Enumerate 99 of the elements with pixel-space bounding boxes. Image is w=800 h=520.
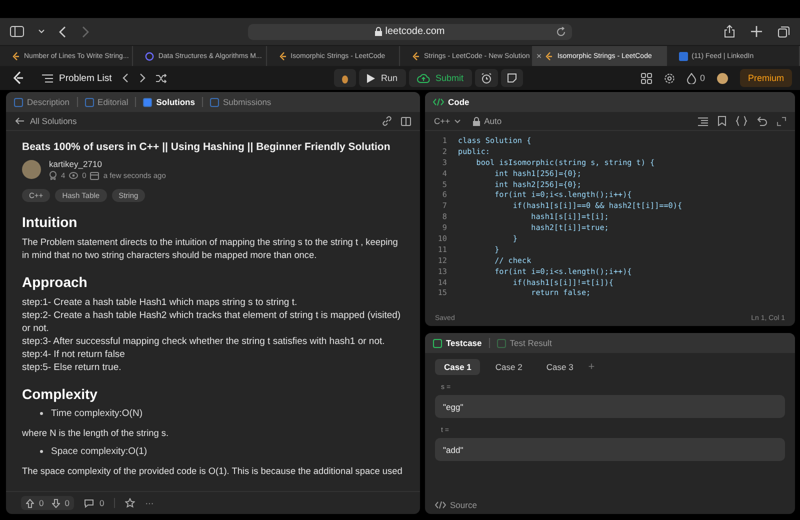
panel-tab[interactable]: Editorial (84, 97, 128, 107)
shuffle-icon[interactable] (156, 74, 167, 82)
tabs-overview-icon[interactable] (778, 26, 790, 38)
site-logo-icon (545, 52, 554, 60)
format-icon[interactable] (698, 116, 708, 126)
panel-tab[interactable]: Test Result (496, 338, 552, 348)
bookmark-icon[interactable] (718, 116, 726, 126)
tab-icon (14, 98, 23, 106)
layout-icon[interactable] (640, 72, 652, 84)
eye-icon (69, 172, 78, 179)
address-text: leetcode.com (375, 26, 445, 37)
share-icon[interactable] (724, 25, 735, 38)
site-logo-icon (278, 52, 287, 60)
tab-icon (143, 98, 152, 106)
code-tab[interactable]: Code (433, 97, 470, 107)
upvote-button[interactable]: 0 (26, 498, 44, 508)
expand-icon[interactable] (777, 116, 786, 126)
step-line: step:3- After successful mapping check whether the string t satisfies with hash1 or not. (22, 335, 386, 348)
panel-tab[interactable]: Submissions (210, 97, 272, 107)
language-dropdown[interactable]: C++ (434, 116, 462, 126)
case-tab[interactable]: Case 3 (537, 359, 582, 375)
step-line: step:4- If not return false (22, 348, 126, 361)
undo-icon[interactable] (757, 116, 767, 126)
more-button[interactable]: ··· (145, 498, 154, 508)
section-heading: Complexity (22, 386, 98, 402)
bullet-text: Space complexity:O(1) (51, 446, 148, 457)
step-line: step:2- Create a hash table Hash2 which tracks that element of string t is mapped (visited) or not. (22, 309, 402, 335)
tab-icon (210, 98, 219, 106)
close-tab-button[interactable]: × (536, 51, 542, 61)
streak-counter[interactable]: 0 (686, 72, 705, 84)
tab-icon (84, 98, 94, 106)
auto-mode-toggle[interactable]: Auto (473, 116, 502, 126)
previous-icon[interactable] (122, 73, 129, 83)
thumb-up-icon (26, 498, 34, 508)
problem-list-link[interactable]: Problem List (42, 72, 112, 84)
comment-icon (84, 498, 94, 508)
chevron-down-icon (454, 118, 462, 124)
site-logo-icon (678, 52, 688, 60)
tab-icon (433, 338, 442, 348)
reload-icon[interactable] (556, 26, 566, 36)
case-tab[interactable]: Case 1 (435, 359, 480, 375)
chevron-down-icon[interactable] (38, 29, 45, 34)
section-heading: Approach (22, 274, 88, 290)
arrow-left-icon (15, 117, 24, 125)
panel-tab[interactable]: Testcase (433, 338, 482, 348)
bullet-text: Time complexity:O(N) (51, 408, 142, 419)
settings-icon[interactable] (664, 72, 675, 84)
submit-button[interactable]: Submit (408, 69, 472, 87)
list-icon (42, 74, 53, 82)
plus-icon[interactable] (751, 26, 762, 37)
star-icon[interactable] (125, 498, 136, 508)
timer-button[interactable] (474, 69, 498, 87)
bullet-icon (40, 450, 43, 453)
next-icon[interactable] (138, 73, 146, 83)
downvote-button[interactable]: 0 (52, 498, 70, 508)
tab-icon (496, 338, 506, 348)
split-view-icon[interactable] (401, 116, 411, 126)
address-bar[interactable]: leetcode.com (248, 24, 572, 40)
site-logo-icon (412, 52, 420, 60)
link-icon[interactable] (382, 116, 392, 126)
comments-button[interactable]: 0 (84, 498, 104, 508)
note-icon (506, 73, 517, 83)
premium-button[interactable]: Premium (740, 69, 792, 87)
notes-button[interactable] (500, 69, 523, 87)
panel-tab[interactable]: Solutions (143, 97, 195, 107)
section-heading: Intuition (22, 214, 78, 230)
source-link[interactable]: Source (425, 496, 795, 514)
step-line: step:5- Else return true. (22, 361, 122, 374)
input-field[interactable]: "egg" (435, 395, 785, 418)
play-icon (367, 74, 375, 82)
case-tab[interactable]: Case 2 (486, 359, 532, 375)
author-name[interactable]: kartikey_2710 (49, 159, 166, 169)
alarm-clock-icon (480, 72, 492, 84)
calendar-icon (90, 172, 100, 180)
braces-icon[interactable] (736, 116, 747, 126)
debug-button[interactable] (334, 69, 356, 87)
thumb-down-icon (52, 498, 60, 508)
all-solutions-link[interactable]: All Solutions (15, 116, 77, 126)
code-icon (435, 501, 446, 509)
lock-icon (473, 116, 480, 126)
paragraph: The Problem statement directs to the intuition of mapping the string s to the string t , keeping in mind that no two string characters should be mapped more than once. (22, 236, 399, 262)
lock-icon (375, 27, 382, 36)
site-logo-icon (12, 52, 20, 60)
cloud-upload-icon (416, 73, 430, 83)
solution-title: Beats 100% of users in C++ || Using Hashing || Beginner Friendly Solution (22, 141, 392, 153)
forward-icon[interactable] (81, 26, 89, 38)
sidebar-icon[interactable] (10, 26, 24, 37)
input-field[interactable]: "add" (435, 438, 785, 461)
avatar[interactable] (716, 72, 728, 84)
step-line: step:1- Create a hash table Hash1 which maps string s to string t. (22, 296, 298, 309)
site-logo-icon (145, 52, 154, 60)
back-icon[interactable] (59, 26, 67, 38)
panel-tab[interactable]: Description (14, 97, 70, 107)
paragraph: where N is the length of the string s. (22, 427, 170, 440)
author-avatar (22, 160, 41, 179)
bullet-icon (40, 412, 43, 415)
run-button[interactable]: Run (359, 69, 406, 87)
code-icon (433, 98, 444, 106)
paragraph: The space complexity of the provided code is O(1). This is because the additional space used (22, 465, 404, 478)
